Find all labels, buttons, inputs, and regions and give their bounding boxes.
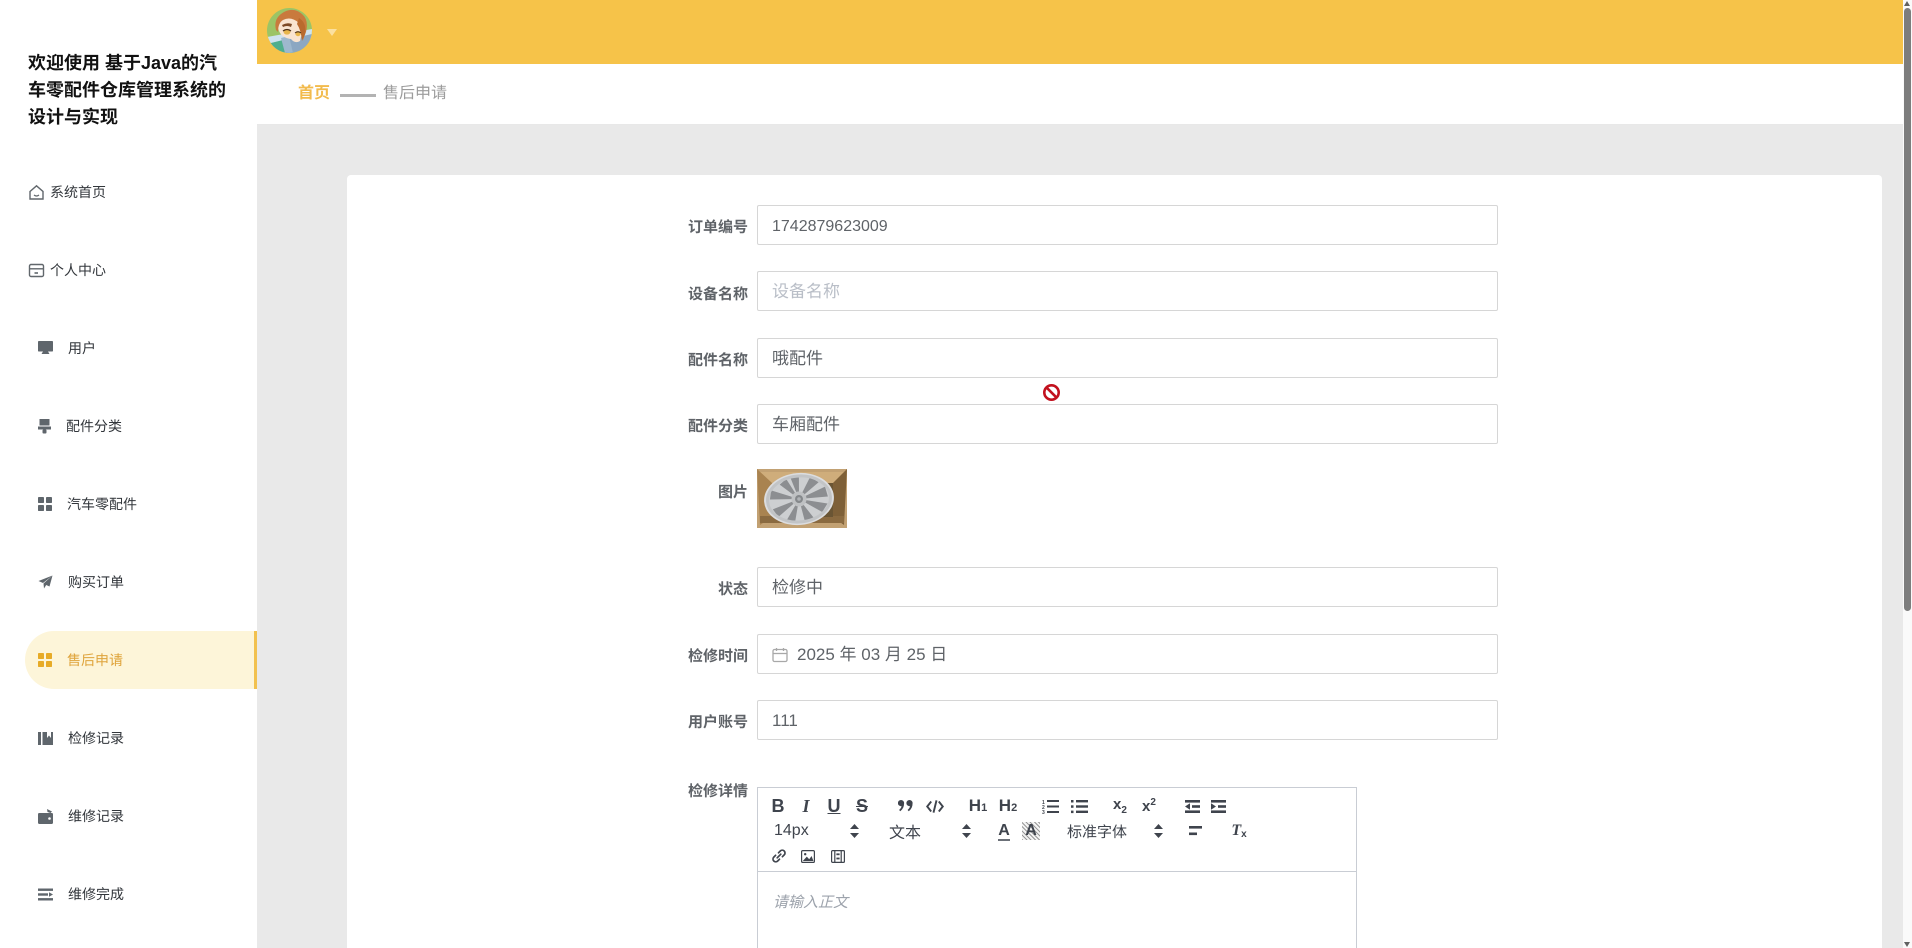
svg-text:3: 3 <box>1042 810 1045 814</box>
